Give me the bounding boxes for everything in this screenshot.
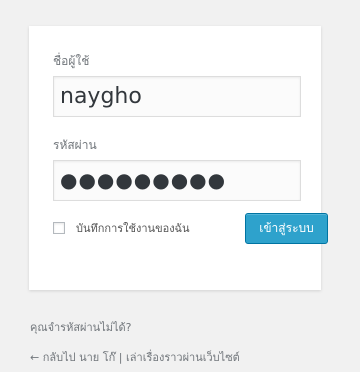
back-to-site-link[interactable]: ← กลับไป นาย โก๊ | เล่าเรื่องราวผ่านเว็บ… bbox=[30, 348, 240, 366]
lost-password-link[interactable]: คุณจำรหัสผ่านไม่ได้? bbox=[30, 318, 132, 336]
login-card: ชื่อผู้ใช้ naygho รหัสผ่าน ●●●●●●●●● บัน… bbox=[29, 26, 328, 290]
username-input[interactable]: naygho bbox=[53, 76, 301, 117]
password-label: รหัสผ่าน bbox=[53, 138, 97, 152]
remember-label: บันทึกการใช้งานของฉัน bbox=[76, 222, 190, 235]
remember-checkbox[interactable] bbox=[53, 222, 65, 234]
username-label: ชื่อผู้ใช้ bbox=[53, 54, 90, 68]
password-input[interactable]: ●●●●●●●●● bbox=[53, 160, 301, 201]
remember-me[interactable]: บันทึกการใช้งานของฉัน bbox=[53, 219, 190, 237]
login-button[interactable]: เข้าสู่ระบบ bbox=[245, 213, 328, 244]
